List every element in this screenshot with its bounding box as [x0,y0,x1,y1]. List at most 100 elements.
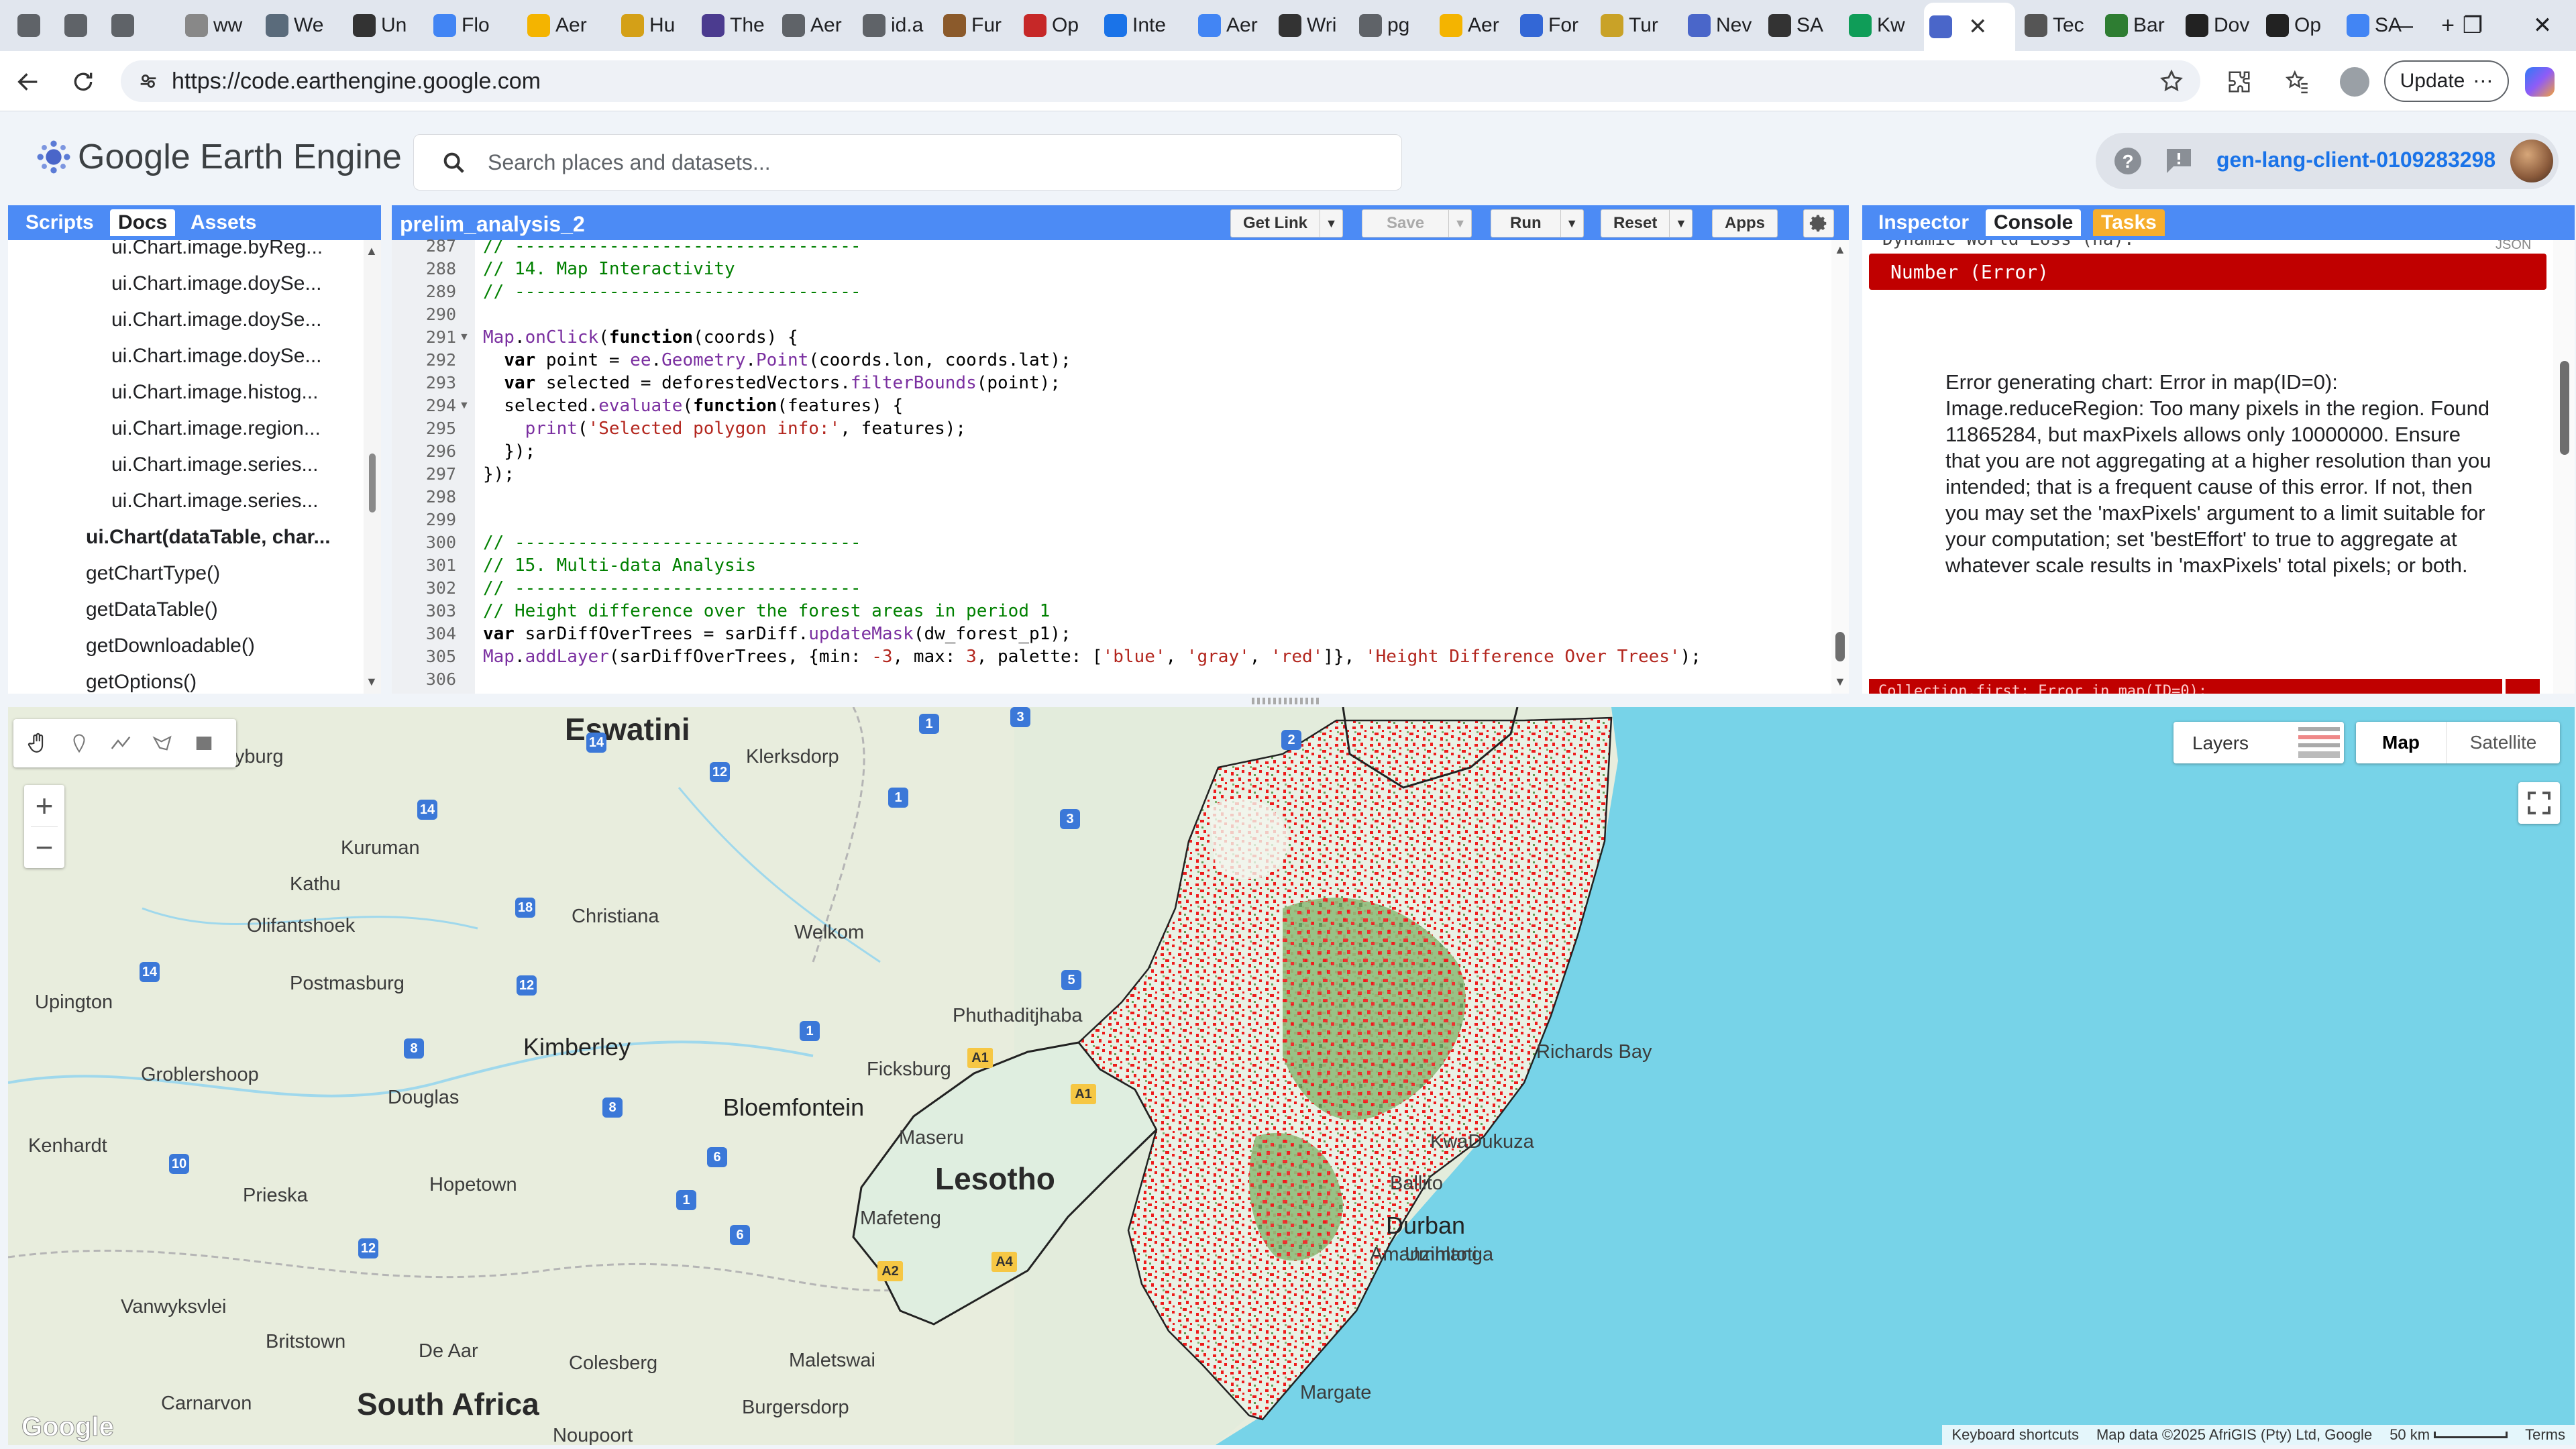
run-button[interactable]: Run ▼ [1491,209,1584,237]
tab-inspector[interactable]: Inspector [1870,209,1977,236]
browser-tab-1[interactable] [59,5,102,46]
map-type-satellite[interactable]: Satellite [2446,722,2560,763]
tab-tasks[interactable]: Tasks [2093,209,2165,236]
map-type-map[interactable]: Map [2356,722,2446,763]
doc-item[interactable]: ui.Chart.image.series... [111,490,318,513]
code-line[interactable]: var sarDiffOverTrees = sarDiff.updateMas… [483,624,1071,644]
browser-tab-27[interactable]: Dov [2180,5,2257,46]
browser-tab-17[interactable]: pg [1354,5,1430,46]
settings-button[interactable] [1803,209,1834,237]
star-icon[interactable] [2159,68,2184,94]
doc-item[interactable]: ui.Chart.image.byReg... [111,240,323,259]
help-icon[interactable]: ? [2112,145,2144,177]
browser-tab-14[interactable]: Inte [1099,5,1189,46]
json-label[interactable]: JSON [2496,240,2531,253]
keyboard-shortcuts-link[interactable]: Keyboard shortcuts [1951,1426,2079,1444]
chevron-down-icon[interactable]: ▼ [1448,210,1471,237]
tab-console[interactable]: Console [1986,209,2082,236]
doc-item[interactable]: ui.Chart.image.doySe... [111,272,322,295]
copilot-icon[interactable] [2521,63,2559,101]
doc-item[interactable]: ui.Chart.image.histog... [111,381,318,404]
zoom-out-button[interactable]: − [24,826,64,868]
code-line[interactable]: }); [483,464,515,484]
feedback-icon[interactable] [2163,145,2195,177]
polygon-icon[interactable] [144,724,181,762]
back-icon[interactable] [9,63,47,101]
tab-assets[interactable]: Assets [182,209,264,236]
browser-tab-19[interactable]: For [1515,5,1591,46]
browser-tab-9[interactable]: The [696,5,773,46]
chevron-down-icon[interactable]: ▼ [1669,210,1692,237]
doc-item[interactable]: ui.Chart.image.region... [111,417,321,440]
extensions-icon[interactable] [2220,63,2258,101]
zoom-in-button[interactable]: + [24,785,64,826]
browser-tab-18[interactable]: Aer [1434,5,1511,46]
scroll-down-icon[interactable]: ▼ [1834,675,1846,689]
chevron-down-icon[interactable]: ▼ [1320,210,1342,237]
code-line[interactable]: var selected = deforestedVectors.filterB… [483,373,1061,393]
code-line[interactable]: // --------------------------------- [483,282,861,302]
terms-link[interactable]: Terms [2525,1426,2565,1444]
browser-tab-22[interactable]: SA [1763,5,1839,46]
doc-item[interactable]: getChartType() [86,562,220,585]
close-window-icon[interactable]: ✕ [2509,5,2576,46]
editor-scrollbar[interactable]: ▲ ▼ [1831,240,1849,694]
browser-tab-21[interactable]: Nev [1682,5,1759,46]
minimize-icon[interactable]: — [2368,5,2435,46]
favorites-icon[interactable] [2278,63,2316,101]
doc-item[interactable]: ui.Chart.image.doySe... [111,345,322,368]
reload-icon[interactable] [64,63,102,101]
browser-tab-8[interactable]: Hu [616,5,692,46]
browser-tab-24[interactable]: ✕ [1924,3,2015,51]
browser-tab-13[interactable]: Op [1018,5,1095,46]
tab-docs[interactable]: Docs [110,209,176,236]
tab-scripts[interactable]: Scripts [17,209,102,236]
save-button[interactable]: Save ▼ [1362,209,1472,237]
docs-scrollbar[interactable]: ▲ ▼ [364,240,381,694]
project-selector[interactable]: ? gen-lang-client-0109283298 [2096,133,2559,189]
browser-tab-15[interactable]: Aer [1193,5,1269,46]
search-input[interactable]: Search places and datasets... [413,134,1402,191]
code-line[interactable]: selected.evaluate(function(features) { [483,396,903,416]
console-scrollbar[interactable] [2553,240,2575,694]
user-avatar[interactable] [2510,140,2553,182]
error-banner-2[interactable]: Collection.first: Error in map(ID=0): [1869,679,2502,694]
browser-tab-4[interactable]: We [260,5,343,46]
scale-bar[interactable]: 50 km [2390,1426,2508,1444]
browser-tab-7[interactable]: Aer [522,5,612,46]
maximize-icon[interactable]: ❐ [2439,5,2506,46]
update-button[interactable]: Update ⋯ [2384,60,2509,102]
rectangle-icon[interactable] [185,724,223,762]
marker-icon[interactable] [60,724,98,762]
line-icon[interactable] [102,724,140,762]
console-scroll-thumb[interactable] [2560,361,2569,455]
code-line[interactable]: Map.addLayer(sarDiffOverTrees, {min: -3,… [483,647,1701,667]
error-2-expand-button[interactable] [2504,679,2540,694]
doc-item[interactable]: ui.Chart.image.series... [111,453,318,476]
get-link-button[interactable]: Get Link ▼ [1230,209,1344,237]
scroll-down-icon[interactable]: ▼ [366,675,378,689]
code-line[interactable]: // --------------------------------- [483,240,861,256]
docs-scroll-thumb[interactable] [369,453,376,513]
site-info-icon[interactable] [137,70,160,93]
code-line[interactable]: }); [483,441,535,462]
pan-hand-icon[interactable] [19,724,56,762]
browser-tab-2[interactable] [106,5,176,46]
fullscreen-button[interactable] [2518,782,2560,824]
browser-tab-6[interactable]: Flo [428,5,518,46]
apps-button[interactable]: Apps [1712,209,1778,237]
scroll-up-icon[interactable]: ▲ [366,244,378,258]
code-line[interactable]: // Height difference over the forest are… [483,601,1050,621]
code-area[interactable]: // ---------------------------------// 1… [392,240,1827,694]
browser-tab-5[interactable]: Un [347,5,424,46]
close-icon[interactable]: ✕ [1968,13,1988,40]
browser-tab-10[interactable]: Aer [777,5,853,46]
reset-button[interactable]: Reset ▼ [1601,209,1693,237]
doc-item[interactable]: getOptions() [86,671,197,694]
doc-item[interactable]: ui.Chart.image.doySe... [111,309,322,331]
code-line[interactable]: print('Selected polygon info:', features… [483,419,966,439]
browser-tab-23[interactable]: Kw [1843,5,1920,46]
url-field[interactable]: https://code.earthengine.google.com [121,60,2200,102]
doc-item[interactable]: getDataTable() [86,598,218,621]
browser-tab-28[interactable]: Op [2261,5,2337,46]
